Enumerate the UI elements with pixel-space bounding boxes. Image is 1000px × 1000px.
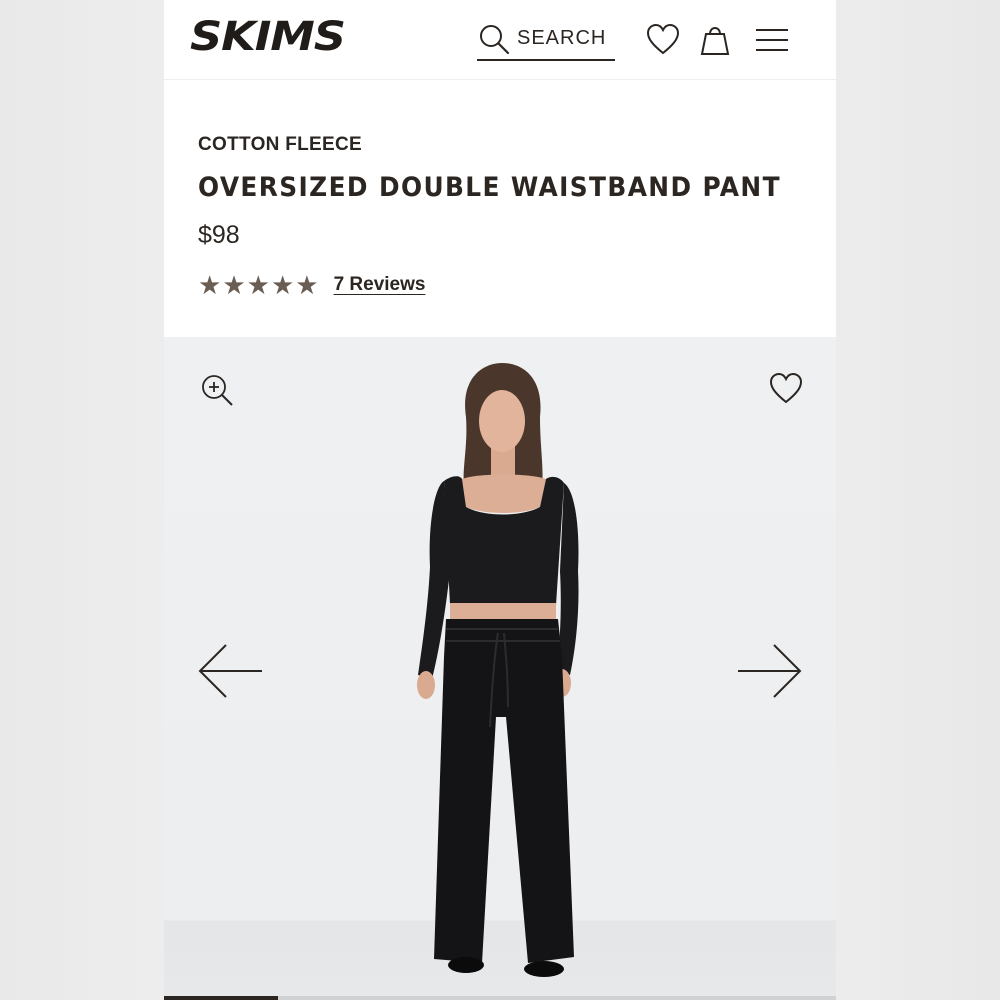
arrow-right-icon[interactable] (736, 643, 802, 699)
skims-logo[interactable]: SKIMS (190, 14, 346, 60)
shopping-bag-icon[interactable] (697, 22, 733, 58)
product-price: $98 (198, 221, 240, 249)
product-title: OVERSIZED DOUBLE WAISTBAND PANT (198, 172, 781, 203)
product-model-image (417, 363, 579, 977)
product-collection: COTTON FLEECE (198, 134, 362, 155)
site-header: SKIMS SEARCH (164, 0, 836, 80)
wishlist-icon[interactable] (645, 22, 681, 58)
star-icon: ★ (222, 270, 246, 300)
search-bar[interactable]: SEARCH (477, 18, 615, 61)
product-info: COTTON FLEECE OVERSIZED DOUBLE WAISTBAND… (198, 134, 818, 298)
search-icon (480, 24, 510, 54)
star-icon: ★ (246, 270, 270, 300)
star-rating[interactable]: ★ ★ ★ ★ ★ (198, 272, 320, 298)
favorite-image-icon[interactable] (768, 371, 804, 405)
menu-icon[interactable] (754, 22, 790, 58)
gallery-progress-fill (164, 996, 279, 1000)
phone-screen: SKIMS SEARCH COTTON FLEECE OVERSIZED DOU… (164, 0, 836, 1000)
star-icon: ★ (295, 270, 319, 300)
reviews-link[interactable]: 7 Reviews (334, 274, 426, 296)
star-icon: ★ (198, 270, 222, 300)
arrow-left-icon[interactable] (198, 643, 264, 699)
product-image-gallery[interactable] (164, 337, 836, 1000)
product-rating: ★ ★ ★ ★ ★ 7 Reviews (198, 272, 818, 298)
zoom-in-icon[interactable] (200, 373, 234, 407)
star-icon: ★ (270, 270, 295, 300)
gallery-progress-bar (164, 996, 836, 1000)
search-label: SEARCH (517, 27, 607, 49)
